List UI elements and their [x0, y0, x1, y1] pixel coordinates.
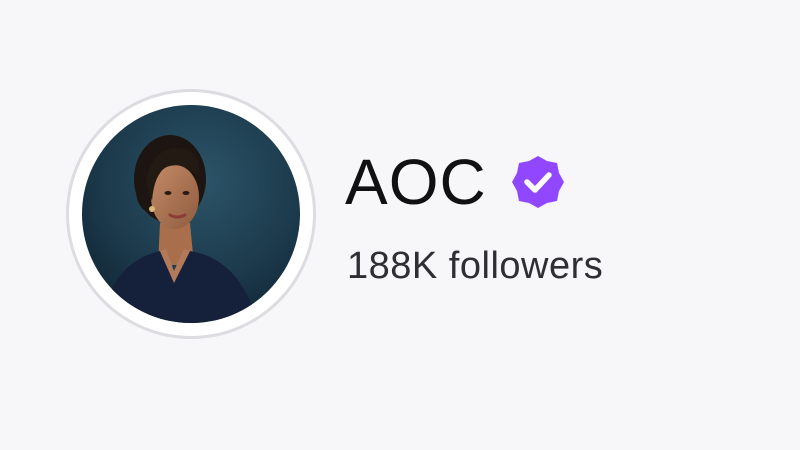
follower-count: 188K followers [347, 245, 604, 287]
profile-card: AOC 188K followers [0, 0, 800, 450]
avatar[interactable] [82, 105, 300, 323]
display-name[interactable]: AOC [345, 142, 487, 222]
verified-check-icon [509, 153, 567, 211]
avatar-ring[interactable] [69, 92, 313, 336]
name-row: AOC [345, 142, 567, 222]
avatar-image [82, 105, 300, 323]
